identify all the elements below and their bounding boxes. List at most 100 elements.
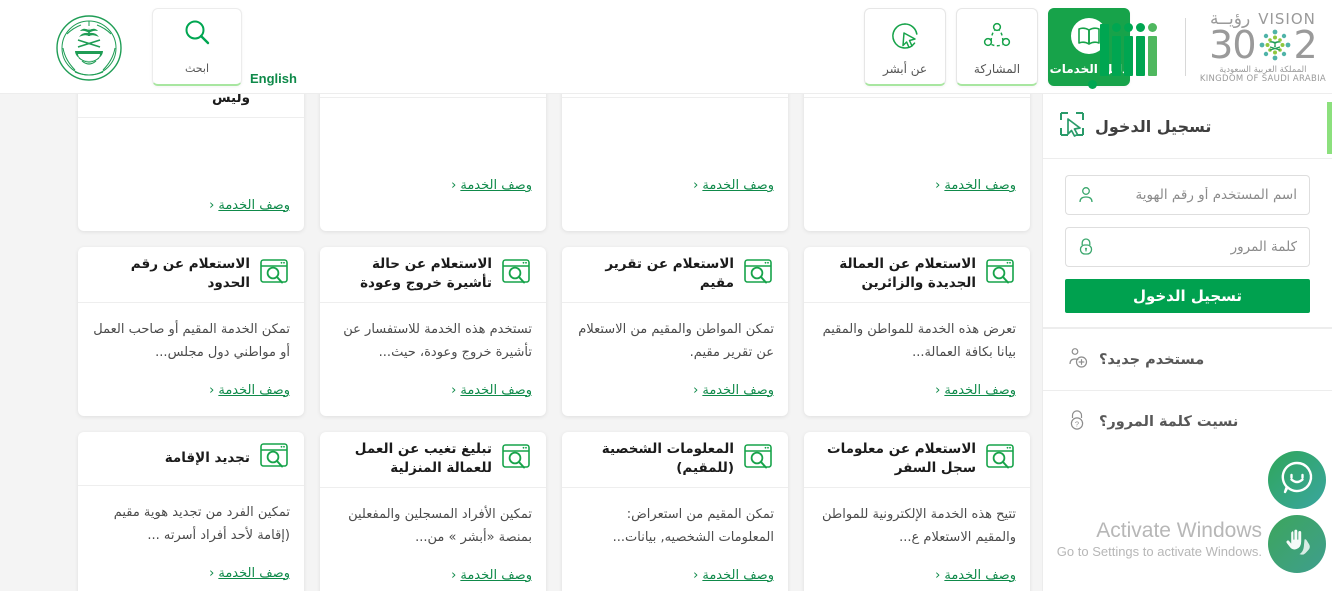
services-grid-area: تصاريح السفر لأفراد الأسرة وصف الخدمة‹ <box>0 42 1042 591</box>
language-toggle-link[interactable]: English <box>250 71 297 86</box>
service-card[interactable]: الاستعلام عن العمالة الجديدة والزائرين ت… <box>804 246 1030 416</box>
nav-button-participation[interactable]: المشاركة <box>956 8 1038 86</box>
vision-2030-logo: VISION رؤيــة 2 30 المملكة العربية السعو… <box>1200 11 1332 83</box>
service-card-body: وصف الخدمة‹ <box>804 98 1030 211</box>
services-grid: تصاريح السفر لأفراد الأسرة وصف الخدمة‹ <box>68 42 1030 591</box>
service-card-body: تمكين الأفراد المسجلين والمفعلين بمنصة «… <box>320 488 546 591</box>
service-card-description: تتيح هذه الخدمة الإلكترونية للمواطن والم… <box>822 506 1016 545</box>
absher-logo-icon <box>1078 18 1171 89</box>
service-card[interactable]: تبليغ تغيب عن العمل للعمالة المنزلية تمك… <box>320 431 546 591</box>
watermark-title: Activate Windows <box>1096 518 1262 542</box>
browser-search-icon <box>986 444 1016 474</box>
service-card-description: تمكين الأفراد المسجلين والمفعلين بمنصة «… <box>348 506 532 545</box>
service-description-link[interactable]: وصف الخدمة‹ <box>576 568 774 591</box>
service-card-body: وصف الخدمة‹ <box>78 118 304 231</box>
vision-year-right: 30 <box>1209 23 1256 67</box>
service-card-description: تعرض هذه الخدمة للمواطن والمقيم بيانا بك… <box>822 321 1016 360</box>
service-card-header: الاستعلام عن تقرير مقيم <box>562 247 788 303</box>
service-description-link[interactable]: وصف الخدمة‹ <box>92 198 290 223</box>
header-logos: VISION رؤيــة 2 30 المملكة العربية السعو… <box>1066 0 1332 94</box>
service-description-link[interactable]: وصف الخدمة‹ <box>92 383 290 408</box>
service-description-link[interactable]: وصف الخدمة‹ <box>576 178 774 203</box>
svg-text:?: ? <box>1075 419 1079 428</box>
username-field-group <box>1065 175 1310 215</box>
service-card[interactable]: الاستعلام عن تقرير مقيم تمكن المواطن وال… <box>562 246 788 416</box>
cursor-pie-icon <box>887 18 923 54</box>
service-description-link[interactable]: وصف الخدمة‹ <box>818 568 1016 591</box>
service-card[interactable]: الاستعلام عن معلومات سجل السفر تتيح هذه … <box>804 431 1030 591</box>
login-form: تسجيل الدخول <box>1043 159 1332 317</box>
service-card-description <box>818 114 1016 160</box>
new-user-link[interactable]: مستخدم جديد؟ <box>1043 328 1332 390</box>
service-card-body: تعرض هذه الخدمة للمواطن والمقيم بيانا بك… <box>804 303 1030 416</box>
service-card-title: تجديد الإقامة <box>164 449 250 466</box>
service-card-body: وصف الخدمة‹ <box>320 98 546 211</box>
service-card-body: تمكن المقيم من استعراض: المعلومات الشخصي… <box>562 488 788 591</box>
search-icon <box>183 18 211 50</box>
browser-search-icon <box>986 259 1016 289</box>
service-card-header: تجديد الإقامة <box>78 432 304 486</box>
service-card-description <box>92 134 290 180</box>
login-panel-title: تسجيل الدخول <box>1095 116 1212 136</box>
service-description-link[interactable]: وصف الخدمة‹ <box>92 566 290 591</box>
search-button-label: ابحث <box>184 62 210 75</box>
forgot-password-label: نسيت كلمة المرور؟ <box>1099 413 1239 430</box>
login-panel-header: تسجيل الدخول <box>1043 94 1332 159</box>
service-card[interactable]: المعلومات الشخصية (للمقيم) تمكن المقيم م… <box>562 431 788 591</box>
user-plus-icon <box>1065 346 1089 374</box>
service-description-link[interactable]: وصف الخدمة‹ <box>334 568 532 591</box>
nav-button-participation-label: المشاركة <box>973 61 1021 76</box>
site-header: ابحث English دليل الخدمات المشاركة عن أب… <box>0 0 1332 94</box>
service-card-description: تمكين الفرد من تجديد هوية مقيم (إقامة لأ… <box>113 504 290 543</box>
sign-language-button[interactable] <box>1268 515 1326 573</box>
service-card[interactable]: الاستعلام عن حالة تأشيرة خروج وعودة تستخ… <box>320 246 546 416</box>
login-links: مستخدم جديد؟ نسيت كلمة المرور؟ ? <box>1043 327 1332 452</box>
password-field-group <box>1065 227 1310 267</box>
page-content: تصاريح السفر لأفراد الأسرة وصف الخدمة‹ <box>0 42 1332 591</box>
username-input[interactable] <box>1105 175 1310 215</box>
ksa-ministry-emblem-icon <box>55 14 123 82</box>
service-card-header: الاستعلام عن رقم الحدود <box>78 247 304 303</box>
service-card-body: تمكين الفرد من تجديد هوية مقيم (إقامة لأ… <box>78 486 304 591</box>
windows-activation-watermark: Activate Windows Go to Settings to activ… <box>1057 518 1262 561</box>
service-card-description <box>334 114 532 160</box>
service-description-link[interactable]: وصف الخدمة‹ <box>334 178 532 203</box>
new-user-label: مستخدم جديد؟ <box>1099 351 1205 368</box>
service-card-header: المعلومات الشخصية (للمقيم) <box>562 432 788 488</box>
vision-sub-en: KINGDOM OF SAUDI ARABIA <box>1199 73 1326 84</box>
service-card-title: تبليغ تغيب عن العمل للعمالة المنزلية <box>354 440 492 477</box>
service-card-description: تمكن الخدمة المقيم أو صاحب العمل أو مواط… <box>93 321 290 360</box>
service-card-header: تبليغ تغيب عن العمل للعمالة المنزلية <box>320 432 546 488</box>
browser-search-icon <box>744 259 774 289</box>
service-card-header: الاستعلام عن معلومات سجل السفر <box>804 432 1030 488</box>
service-card-title: الاستعلام عن تقرير مقيم <box>605 255 734 292</box>
service-card[interactable]: تجديد الإقامة تمكين الفرد من تجديد هوية … <box>78 431 304 591</box>
vision-year-left: 2 <box>1293 23 1318 67</box>
search-button[interactable]: ابحث <box>152 8 242 86</box>
share-nodes-icon <box>979 18 1015 54</box>
lock-question-icon: ? <box>1065 408 1089 436</box>
service-card-description: تمكن المواطن والمقيم من الاستعلام عن تقر… <box>578 321 774 360</box>
service-card-title: الاستعلام عن حالة تأشيرة خروج وعودة <box>360 255 492 292</box>
browser-search-icon <box>744 444 774 474</box>
service-description-link[interactable]: وصف الخدمة‹ <box>818 178 1016 203</box>
login-accent-bar <box>1327 102 1332 154</box>
service-card-title: المعلومات الشخصية (للمقيم) <box>601 440 734 477</box>
user-icon <box>1065 175 1105 215</box>
browser-search-icon <box>260 259 290 289</box>
service-description-link[interactable]: وصف الخدمة‹ <box>576 383 774 408</box>
service-card[interactable]: الاستعلام عن رقم الحدود تمكن الخدمة المق… <box>78 246 304 416</box>
chat-smiley-icon <box>1277 458 1317 502</box>
forgot-password-link[interactable]: نسيت كلمة المرور؟ ? <box>1043 390 1332 452</box>
login-submit-button[interactable]: تسجيل الدخول <box>1065 279 1310 313</box>
service-card-description: تمكن المقيم من استعراض: المعلومات الشخصي… <box>612 506 774 545</box>
service-description-link[interactable]: وصف الخدمة‹ <box>334 383 532 408</box>
chat-assistant-button[interactable] <box>1268 451 1326 509</box>
service-card-title: الاستعلام عن معلومات سجل السفر <box>827 440 976 477</box>
service-card-header: الاستعلام عن حالة تأشيرة خروج وعودة <box>320 247 546 303</box>
nav-button-about-absher[interactable]: عن أبشر <box>864 8 946 86</box>
service-card-body: تمكن المواطن والمقيم من الاستعلام عن تقر… <box>562 303 788 416</box>
service-description-link[interactable]: وصف الخدمة‹ <box>818 383 1016 408</box>
vision-palm-icon <box>1258 28 1292 62</box>
password-input[interactable] <box>1105 227 1310 267</box>
